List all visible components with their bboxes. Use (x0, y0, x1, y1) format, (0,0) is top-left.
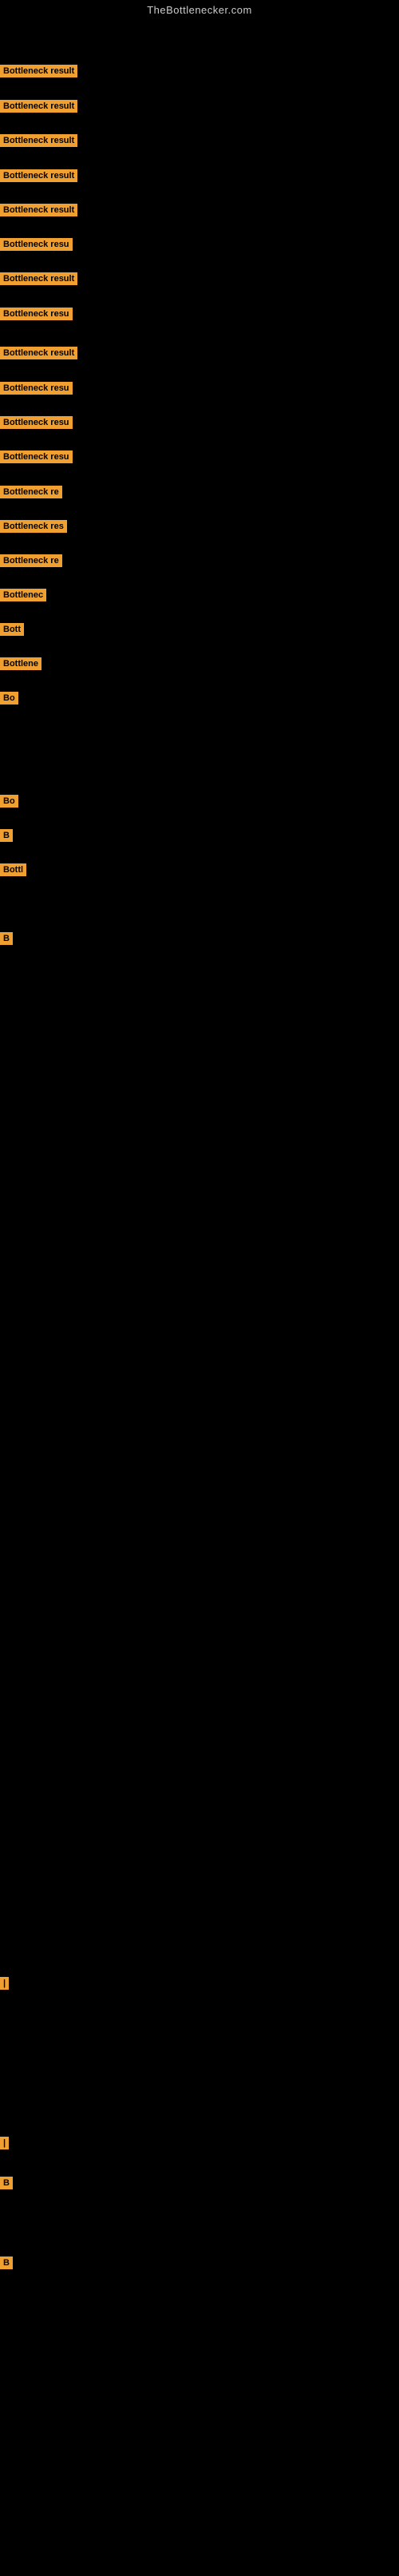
bottleneck-result-label: B (0, 932, 13, 945)
bottleneck-result-label: Bottleneck re (0, 554, 62, 567)
bottleneck-result-label: Bo (0, 795, 18, 808)
bottleneck-result-label: | (0, 2137, 9, 2149)
bottleneck-result-label: Bottleneck result (0, 100, 77, 113)
bottleneck-result-label: Bottleneck resu (0, 308, 73, 320)
bottleneck-result-label: Bottleneck resu (0, 382, 73, 395)
bottleneck-result-label: Bottleneck resu (0, 451, 73, 463)
bottleneck-result-label: | (0, 1977, 9, 1990)
bottleneck-result-label: Bottlenec (0, 589, 46, 601)
bottleneck-result-label: Bottlene (0, 657, 41, 670)
bottleneck-result-label: Bottleneck re (0, 486, 62, 498)
site-title: TheBottlenecker.com (0, 0, 399, 20)
bottleneck-result-label: Bottleneck resu (0, 238, 73, 251)
bottleneck-result-label: Bottleneck result (0, 65, 77, 77)
bottleneck-result-label: Bottleneck result (0, 347, 77, 359)
bottleneck-result-label: Bott (0, 623, 24, 636)
bottleneck-result-label: B (0, 2177, 13, 2189)
bottleneck-result-label: Bottleneck result (0, 204, 77, 216)
bottleneck-result-label: Bottleneck result (0, 134, 77, 147)
bottleneck-result-label: Bottleneck result (0, 169, 77, 182)
bottleneck-result-label: Bottleneck res (0, 520, 67, 533)
bottleneck-result-label: B (0, 829, 13, 842)
bottleneck-result-label: Bo (0, 692, 18, 705)
bottleneck-result-label: Bottl (0, 863, 26, 876)
bottleneck-result-label: B (0, 2256, 13, 2269)
bottleneck-result-label: Bottleneck result (0, 272, 77, 285)
bottleneck-result-label: Bottleneck resu (0, 416, 73, 429)
